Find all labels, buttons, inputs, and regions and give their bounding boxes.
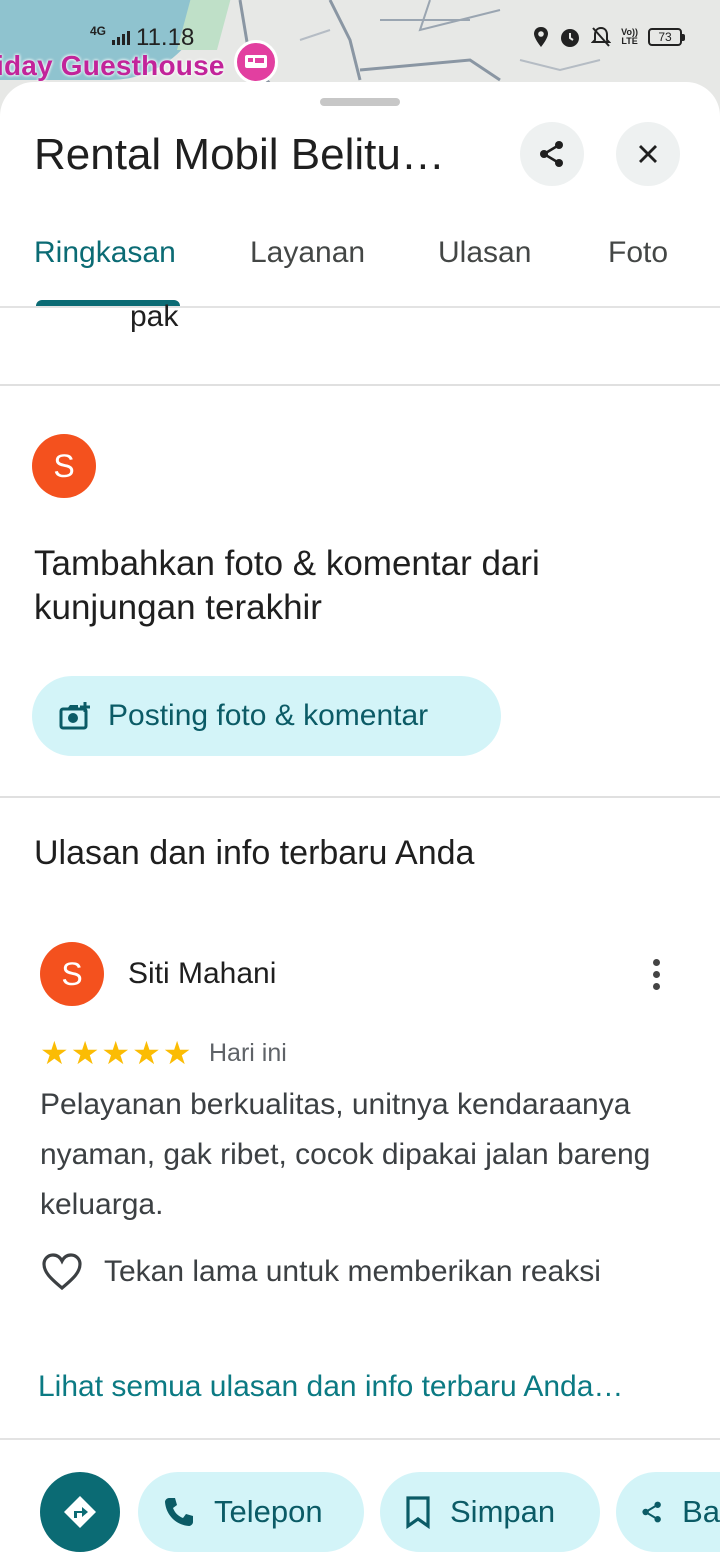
- battery-icon: 73: [648, 28, 685, 46]
- divider: [0, 384, 720, 386]
- review-date: Hari ini: [209, 1039, 287, 1067]
- post-photo-review-label: Posting foto & komentar: [108, 699, 429, 732]
- reviewer-name[interactable]: Siti Mahani: [128, 957, 276, 991]
- save-button[interactable]: Simpan: [380, 1472, 600, 1552]
- avatar: S: [32, 434, 96, 498]
- clipped-text: pak: [130, 300, 179, 333]
- heart-icon: [42, 1253, 82, 1291]
- react-button[interactable]: Tekan lama untuk memberikan reaksi: [40, 1252, 601, 1292]
- status-bar: 4G 11.18 Vo)) LTE 73: [0, 22, 720, 58]
- bookmark-icon: [406, 1496, 430, 1529]
- alarm-icon: [561, 29, 580, 47]
- tab-ringkasan[interactable]: Ringkasan: [34, 236, 176, 270]
- volte-icon: Vo)) LTE: [621, 27, 638, 46]
- share-action-button[interactable]: Ba: [616, 1472, 720, 1552]
- call-label: Telepon: [214, 1494, 323, 1529]
- location-icon: [534, 27, 549, 47]
- share-icon: [642, 1501, 661, 1523]
- signal-icon: [112, 31, 131, 45]
- tab-bar: Ringkasan Layanan Ulasan Foto: [0, 212, 720, 308]
- save-label: Simpan: [450, 1494, 556, 1529]
- review-text: Pelayanan berkualitas, unitnya kendaraan…: [40, 1088, 651, 1221]
- star-icon: ★: [101, 1035, 131, 1071]
- tab-foto[interactable]: Foto: [608, 236, 668, 270]
- more-vert-icon: [652, 958, 660, 966]
- add-photo-icon: [59, 702, 90, 730]
- star-icon: ★: [162, 1035, 192, 1071]
- post-photo-review-button[interactable]: Posting foto & komentar: [32, 676, 501, 756]
- divider: [0, 796, 720, 798]
- add-review-prompt: Tambahkan foto & komentar dari kunjungan…: [34, 544, 540, 627]
- close-icon: [639, 145, 657, 163]
- directions-button[interactable]: [40, 1472, 120, 1552]
- more-options-button[interactable]: [636, 952, 676, 996]
- network-type: 4G: [90, 24, 107, 38]
- react-hint: Tekan lama untuk memberikan reaksi: [104, 1255, 601, 1288]
- call-button[interactable]: Telepon: [138, 1472, 364, 1552]
- rating-stars: ★ ★ ★ ★ ★: [40, 1037, 191, 1069]
- drag-handle[interactable]: [320, 98, 400, 106]
- place-sheet: Rental Mobil Belitu… Ringkasan Layanan U…: [0, 82, 720, 1560]
- tab-ulasan[interactable]: Ulasan: [438, 236, 531, 270]
- share-label: Ba: [682, 1494, 720, 1529]
- section-title: Ulasan dan info terbaru Anda: [34, 834, 475, 872]
- place-title: Rental Mobil Belitu…: [34, 130, 445, 179]
- see-all-reviews-link[interactable]: Lihat semua ulasan dan info terbaru Anda…: [38, 1370, 623, 1404]
- close-button[interactable]: [616, 122, 680, 186]
- directions-icon: [64, 1496, 96, 1528]
- star-icon: ★: [40, 1035, 69, 1071]
- phone-icon: [165, 1498, 193, 1526]
- share-button[interactable]: [520, 122, 584, 186]
- star-icon: ★: [132, 1035, 161, 1071]
- clock-time: 11.18: [136, 24, 195, 51]
- share-icon: [540, 141, 563, 167]
- reviewer-avatar: S: [40, 942, 104, 1006]
- action-bar: Telepon Simpan Ba: [0, 1438, 720, 1560]
- star-icon: ★: [70, 1035, 100, 1071]
- notifications-off-icon: [591, 26, 612, 47]
- tab-layanan[interactable]: Layanan: [250, 236, 365, 270]
